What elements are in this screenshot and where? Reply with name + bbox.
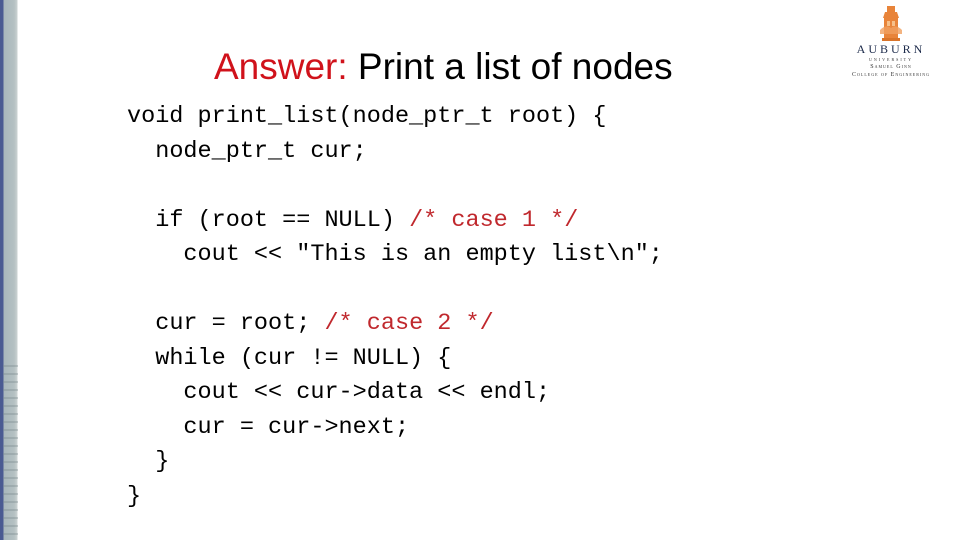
auburn-logo: AUBURN UNIVERSITY Samuel Ginn College of… bbox=[826, 4, 956, 88]
logo-line2: College of Engineering bbox=[852, 72, 930, 78]
code-line: if (root == NULL) /* case 1 */ bbox=[127, 204, 663, 239]
code-line: cur = cur->next; bbox=[127, 411, 663, 446]
code-comment: /* case 1 */ bbox=[409, 206, 579, 234]
tower-icon bbox=[880, 6, 902, 41]
code-line: cur = root; /* case 2 */ bbox=[127, 307, 663, 342]
code-line: } bbox=[127, 480, 663, 515]
code-text: while (cur != NULL) { bbox=[155, 344, 452, 372]
code-text: node_ptr_t cur; bbox=[155, 137, 367, 165]
code-text: cout << "This is an empty list\n"; bbox=[183, 241, 663, 268]
logo-name: AUBURN bbox=[856, 42, 926, 56]
code-text: } bbox=[155, 448, 170, 475]
code-text: cur = root; bbox=[155, 310, 325, 337]
title-accent: Answer: bbox=[214, 46, 348, 87]
code-line: void print_list(node_ptr_t root) { bbox=[127, 100, 663, 135]
slide-title: Answer: Print a list of nodes bbox=[214, 44, 673, 90]
code-text: void print_list(node_ptr_t root) { bbox=[127, 103, 607, 130]
code-comment: /* case 2 */ bbox=[324, 310, 494, 337]
logo-university: UNIVERSITY bbox=[869, 57, 913, 62]
code-line: cout << cur->data << endl; bbox=[127, 376, 663, 411]
code-line: while (cur != NULL) { bbox=[127, 342, 663, 377]
slide-side-bar bbox=[0, 0, 18, 540]
code-line: cout << "This is an empty list\n"; bbox=[127, 238, 663, 273]
code-block: void print_list(node_ptr_t root) { node_… bbox=[127, 100, 663, 514]
code-text: cout << cur->data << endl; bbox=[183, 379, 551, 406]
logo-line1: Samuel Ginn bbox=[870, 64, 912, 70]
title-text: Print a list of nodes bbox=[347, 46, 673, 87]
code-line: node_ptr_t cur; bbox=[127, 135, 663, 170]
code-line: } bbox=[127, 445, 663, 480]
code-text: if (root == NULL) bbox=[155, 206, 410, 234]
code-text: cur = cur->next; bbox=[183, 413, 410, 441]
side-bar-stripes bbox=[3, 365, 18, 540]
code-text: } bbox=[127, 482, 142, 510]
